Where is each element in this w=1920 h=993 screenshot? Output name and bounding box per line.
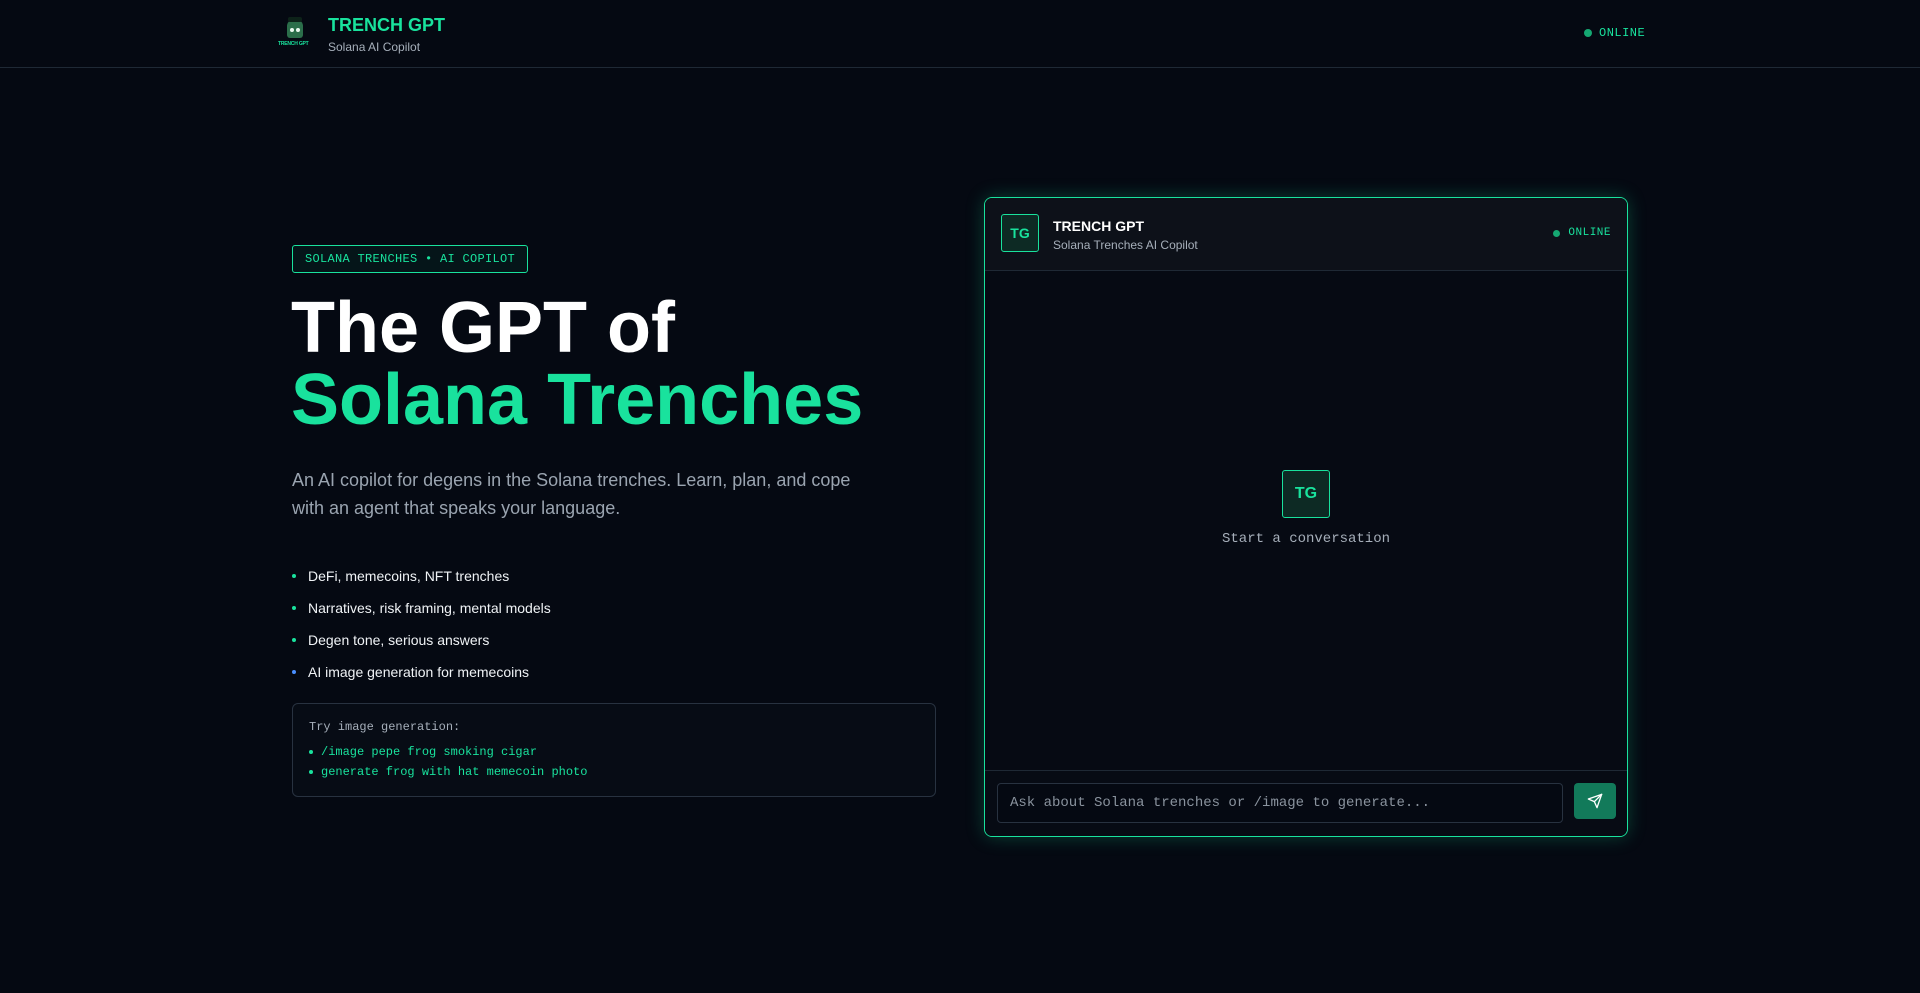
example-prompt[interactable]: generate frog with hat memecoin photo: [309, 762, 919, 782]
feature-text: AI image generation for memecoins: [308, 664, 529, 680]
frog-eye-left: [290, 28, 294, 32]
chat-status-label: ONLINE: [1568, 227, 1611, 239]
chat-input[interactable]: [997, 783, 1563, 823]
hero-title: The GPT of Solana Trenches: [291, 292, 931, 436]
feature-list: DeFi, memecoins, NFT trenches Narratives…: [292, 560, 551, 688]
chat-subtitle: Solana Trenches AI Copilot: [1053, 238, 1198, 252]
chat-header: TG TRENCH GPT Solana Trenches AI Copilot…: [985, 198, 1627, 271]
brand-subtitle: Solana AI Copilot: [328, 40, 421, 54]
example-prompt-text: /image pepe frog smoking cigar: [321, 745, 538, 759]
bot-avatar: TG: [1001, 214, 1039, 252]
chat-status-indicator: ONLINE: [1553, 227, 1611, 239]
feature-text: Narratives, risk framing, mental models: [308, 600, 551, 616]
example-prompt-text: generate frog with hat memecoin photo: [321, 765, 588, 779]
frog-logo-icon: [287, 20, 303, 38]
brand[interactable]: TRENCH GPT TRENCH GPT Solana AI Copilot: [278, 14, 445, 54]
brand-text: TRENCH GPT Solana AI Copilot: [328, 14, 445, 54]
example-prompt[interactable]: /image pepe frog smoking cigar: [309, 742, 919, 762]
feature-item: Narratives, risk framing, mental models: [292, 592, 551, 624]
empty-state-text: Start a conversation: [1221, 531, 1391, 547]
chat-panel: TG TRENCH GPT Solana Trenches AI Copilot…: [984, 197, 1628, 837]
feature-item: Degen tone, serious answers: [292, 624, 551, 656]
bullet-icon: [309, 750, 313, 754]
status-dot-icon: [1584, 29, 1592, 37]
image-generation-examples: Try image generation: /image pepe frog s…: [292, 703, 936, 797]
send-button[interactable]: [1574, 783, 1616, 819]
bullet-icon: [292, 606, 296, 610]
chat-title: TRENCH GPT: [1053, 218, 1144, 234]
hat-icon: [288, 17, 302, 22]
frog-eye-right: [296, 28, 300, 32]
feature-item: AI image generation for memecoins: [292, 656, 551, 688]
examples-title: Try image generation:: [309, 720, 461, 734]
brand-title: TRENCH GPT: [328, 15, 445, 35]
hero-description: An AI copilot for degens in the Solana t…: [292, 470, 851, 518]
hero-title-plain: The GPT of: [291, 288, 675, 368]
feature-text: DeFi, memecoins, NFT trenches: [308, 568, 510, 584]
feature-text: Degen tone, serious answers: [308, 632, 490, 648]
bullet-icon: [292, 670, 296, 674]
bullet-icon: [292, 638, 296, 642]
top-bar: TRENCH GPT TRENCH GPT Solana AI Copilot …: [0, 0, 1920, 68]
logo: TRENCH GPT: [278, 17, 310, 51]
send-icon: [1587, 793, 1603, 809]
chat-footer: [985, 770, 1627, 836]
status-indicator: ONLINE: [1584, 26, 1645, 40]
empty-state-avatar: TG: [1282, 470, 1330, 518]
logo-text: TRENCH GPT: [278, 41, 309, 47]
bullet-icon: [309, 770, 313, 774]
hero-title-accent: Solana Trenches: [291, 360, 864, 440]
bullet-icon: [292, 574, 296, 578]
status-label: ONLINE: [1599, 26, 1646, 40]
feature-item: DeFi, memecoins, NFT trenches: [292, 560, 551, 592]
tagline-badge: SOLANA TRENCHES • AI COPILOT: [292, 245, 529, 273]
status-dot-icon: [1553, 229, 1561, 237]
